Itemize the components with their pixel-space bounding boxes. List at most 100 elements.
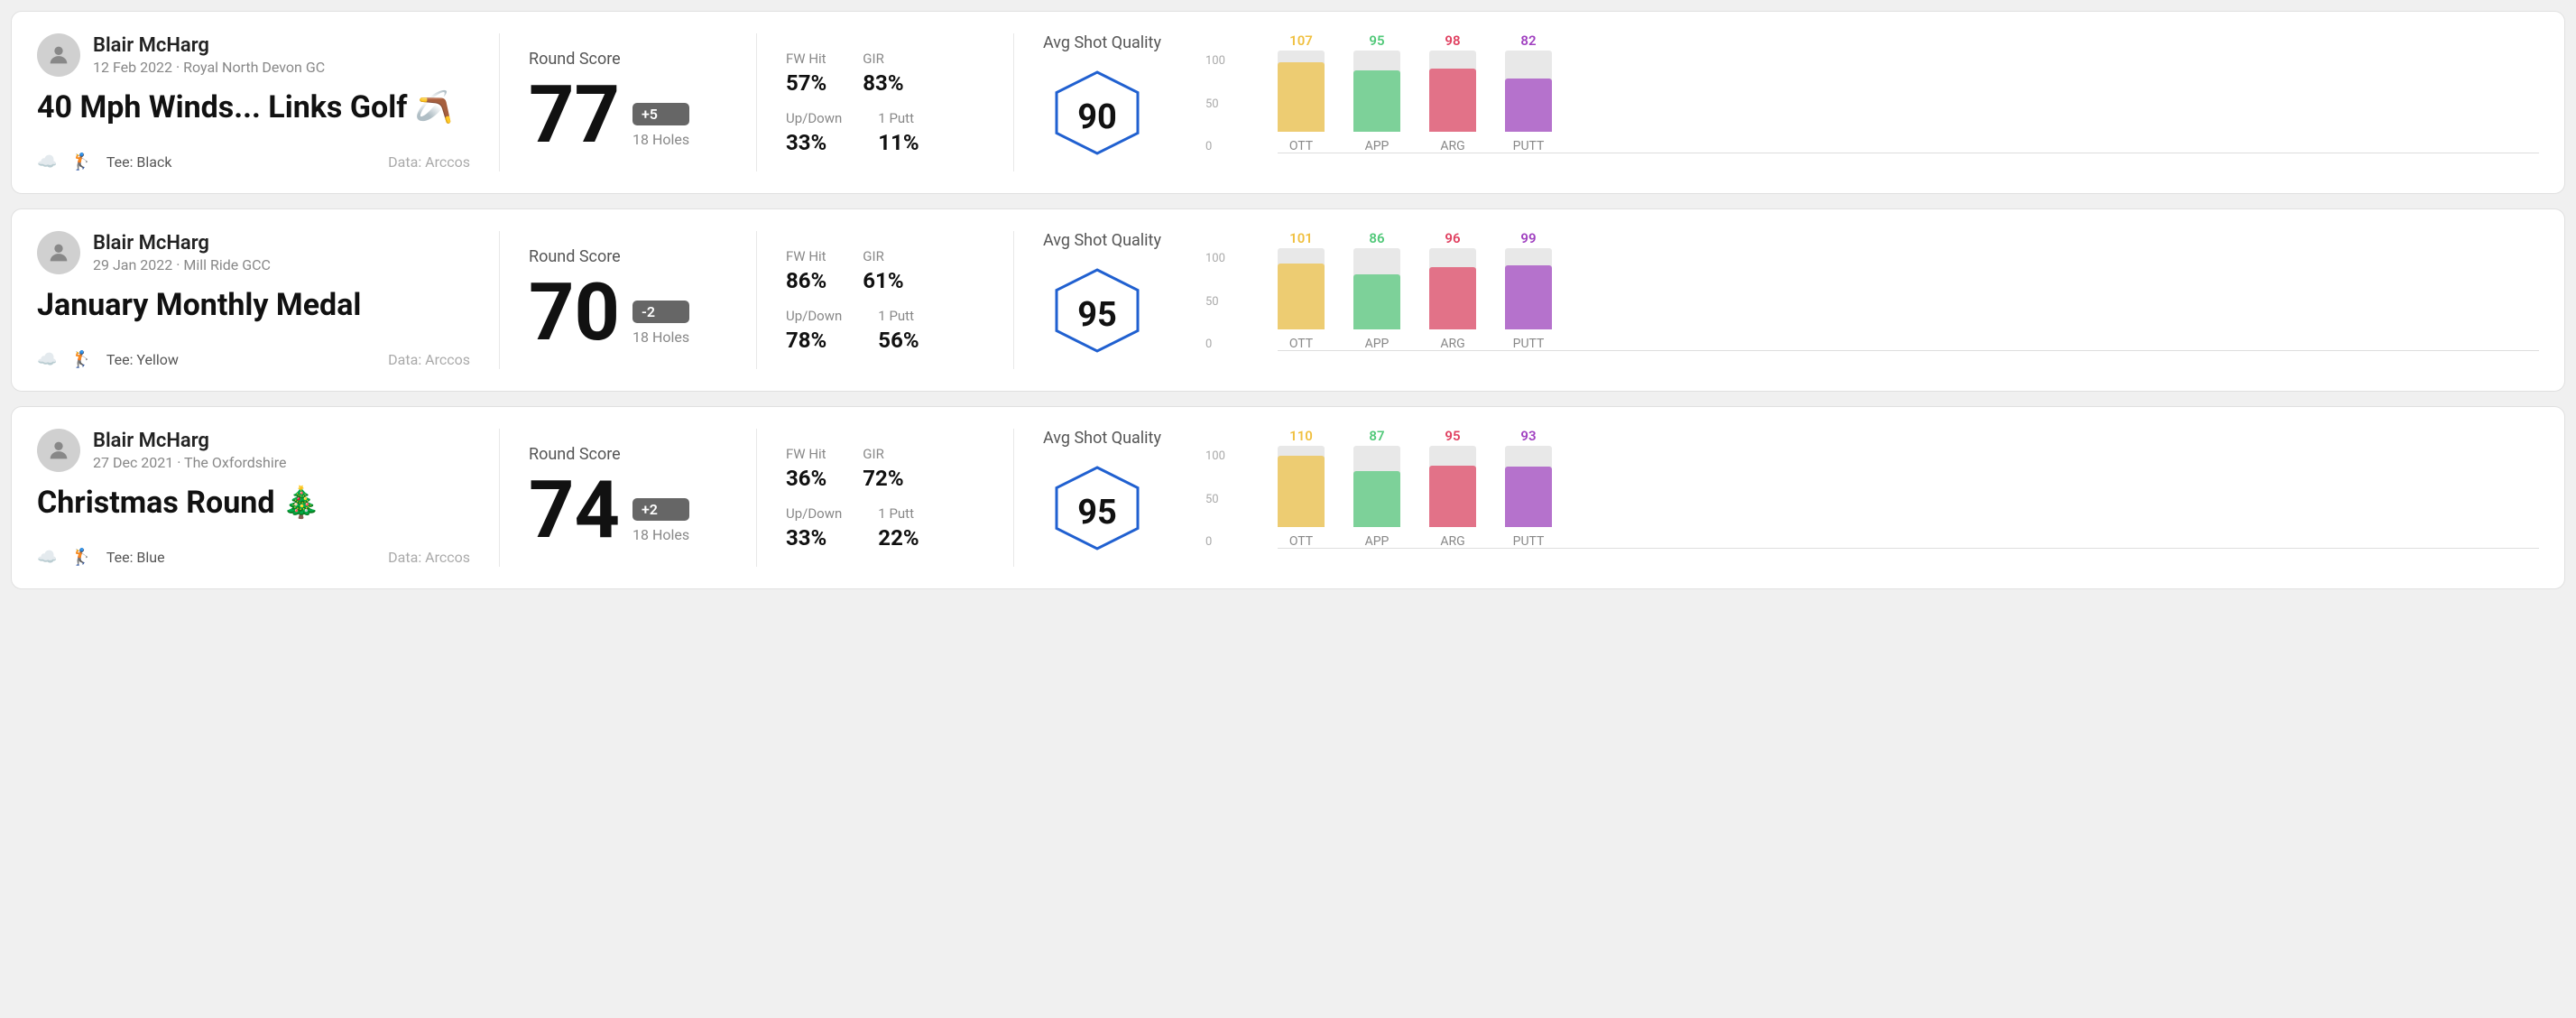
user-name: Blair McHarg [93,430,287,452]
user-name: Blair McHarg [93,232,271,255]
user-name: Blair McHarg [93,34,325,57]
stats-section: FW Hit 36% GIR 72% Up/Down 33% 1 Putt [786,429,984,567]
score-label: Round Score [529,247,727,266]
bar-value: 95 [1445,428,1460,444]
bar-value: 110 [1289,428,1313,444]
quality-label: Avg Shot Quality [1043,429,1161,448]
score-row: 70 -2 18 Holes [529,273,727,353]
one-putt-stat: 1 Putt 56% [878,308,919,353]
fw-hit-label: FW Hit [786,248,826,264]
bar-label: OTT [1289,337,1313,351]
one-putt-stat: 1 Putt 22% [878,505,919,551]
updown-stat: Up/Down 33% [786,110,842,155]
gir-value: 72% [863,466,903,491]
divider [756,33,757,171]
hexagon: 95 [1048,265,1147,365]
bottom-row: ☁️ 🏌️ Tee: Yellow Data: Arccos [37,350,470,369]
avatar [37,231,80,274]
round-left-section: Blair McHarg 12 Feb 2022 · Royal North D… [37,33,470,171]
user-details: Blair McHarg 29 Jan 2022 · Mill Ride GCC [93,232,271,273]
quality-section: Avg Shot Quality 95 [1043,231,1223,369]
tee-info: ☁️ 🏌️ Tee: Yellow [37,350,179,369]
fw-hit-value: 36% [786,466,826,491]
chart-section: 100 50 0 107 OTT 95 [1223,33,2539,171]
bar-label: ARG [1440,534,1464,549]
bar-value: 98 [1445,32,1460,49]
bar-value: 99 [1520,230,1536,246]
chart-bar-group: 93 PUTT [1505,446,1552,549]
score-row: 77 +5 18 Holes [529,76,727,155]
chart-bar-group: 99 PUTT [1505,248,1552,351]
chart-bar-group: 107 OTT [1278,51,1325,153]
holes-text: 18 Holes [632,329,689,346]
chart-bar-group: 95 APP [1353,51,1400,153]
hexagon: 95 [1048,463,1147,562]
user-date: 27 Dec 2021 · The Oxfordshire [93,454,287,471]
score-badge-col: -2 18 Holes [632,301,689,346]
quality-score: 90 [1077,97,1117,137]
score-label: Round Score [529,445,727,464]
tee-info: ☁️ 🏌️ Tee: Blue [37,548,165,567]
user-icon [46,42,71,68]
updown-label: Up/Down [786,308,842,324]
updown-label: Up/Down [786,110,842,126]
holes-text: 18 Holes [632,526,689,543]
bar-value: 86 [1369,230,1384,246]
stats-row-top: FW Hit 86% GIR 61% [786,248,984,293]
user-icon [46,438,71,463]
round-title: 40 Mph Winds... Links Golf 🪃 [37,89,470,125]
user-info: Blair McHarg 29 Jan 2022 · Mill Ride GCC [37,231,470,274]
score-badge-col: +5 18 Holes [632,103,689,148]
score-label: Round Score [529,50,727,69]
chart-bar-group: 101 OTT [1278,248,1325,351]
round-left-section: Blair McHarg 27 Dec 2021 · The Oxfordshi… [37,429,470,567]
bag-icon: 🏌️ [71,153,91,171]
bar-label: OTT [1289,139,1313,153]
stats-section: FW Hit 57% GIR 83% Up/Down 33% 1 Putt [786,33,984,171]
user-details: Blair McHarg 27 Dec 2021 · The Oxfordshi… [93,430,287,471]
one-putt-label: 1 Putt [878,110,919,126]
gir-value: 83% [863,70,903,96]
bar-label: APP [1365,337,1390,351]
chart-bar-group: 82 PUTT [1505,51,1552,153]
divider [756,429,757,567]
bar-value: 82 [1520,32,1536,49]
stats-row-top: FW Hit 36% GIR 72% [786,446,984,491]
gir-value: 61% [863,268,903,293]
round-card: Blair McHarg 27 Dec 2021 · The Oxfordshi… [11,406,2565,589]
chart-bar-group: 96 ARG [1429,248,1476,351]
fw-hit-value: 57% [786,70,826,96]
bar-label: PUTT [1513,139,1545,153]
quality-section: Avg Shot Quality 95 [1043,429,1223,567]
updown-value: 78% [786,328,842,353]
chart-bar-group: 86 APP [1353,248,1400,351]
bar-value: 87 [1369,428,1384,444]
score-badge: -2 [632,301,689,323]
round-left-section: Blair McHarg 29 Jan 2022 · Mill Ride GCC… [37,231,470,369]
one-putt-value: 22% [878,525,919,551]
user-date: 12 Feb 2022 · Royal North Devon GC [93,59,325,76]
avatar [37,429,80,472]
divider [1013,429,1014,567]
chart-bar-group: 98 ARG [1429,51,1476,153]
fw-hit-value: 86% [786,268,826,293]
data-source: Data: Arccos [388,549,470,566]
fw-hit-label: FW Hit [786,446,826,462]
score-number: 70 [529,273,620,353]
divider [1013,231,1014,369]
bar-label: ARG [1440,337,1464,351]
bar-label: ARG [1440,139,1464,153]
score-section: Round Score 70 -2 18 Holes [529,231,727,369]
user-info: Blair McHarg 27 Dec 2021 · The Oxfordshi… [37,429,470,472]
updown-value: 33% [786,525,842,551]
round-title: Christmas Round 🎄 [37,485,470,521]
round-card: Blair McHarg 12 Feb 2022 · Royal North D… [11,11,2565,194]
gir-label: GIR [863,51,903,67]
stats-row-bottom: Up/Down 33% 1 Putt 11% [786,110,984,155]
score-number: 77 [529,76,620,155]
fw-hit-stat: FW Hit 57% [786,51,826,96]
hexagon: 90 [1048,68,1147,167]
weather-icon: ☁️ [37,153,57,171]
quality-section: Avg Shot Quality 90 [1043,33,1223,171]
score-row: 74 +2 18 Holes [529,471,727,551]
